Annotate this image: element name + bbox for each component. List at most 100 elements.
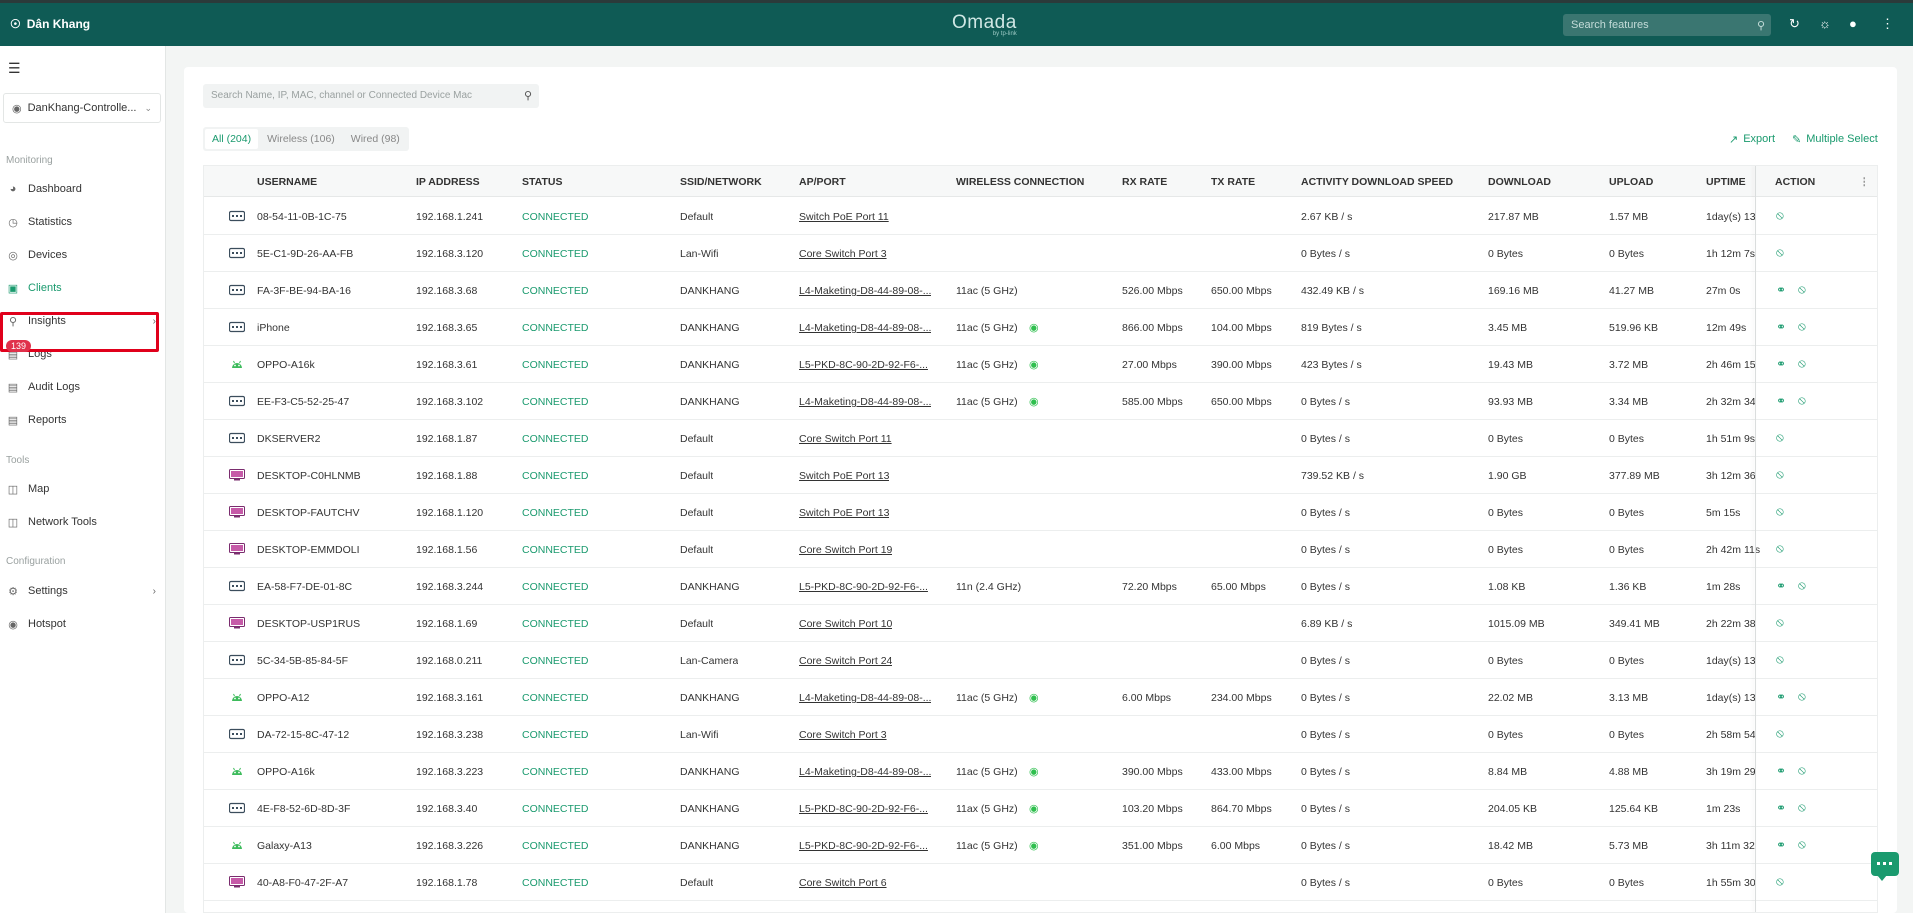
col-upload[interactable]: UPLOAD: [1609, 176, 1653, 188]
reconnect-link-icon[interactable]: ⚭: [1776, 394, 1786, 408]
site-switcher[interactable]: ☉ Dân Khang: [10, 17, 90, 31]
block-client-icon[interactable]: ⦸: [1798, 837, 1806, 852]
sidebar-item-network-tools[interactable]: ◫ Network Tools: [0, 507, 164, 537]
table-row[interactable]: DA-72-15-8C-47-12 192.168.3.238 CONNECTED L…: [204, 716, 1877, 753]
filter-all[interactable]: All (204): [205, 129, 259, 149]
sidebar-item-map[interactable]: ◫ Map: [0, 474, 164, 504]
block-client-icon[interactable]: ⦸: [1798, 282, 1806, 297]
sidebar-item-dashboard[interactable]: ◕ Dashboard: [0, 174, 164, 204]
block-client-icon[interactable]: ⦸: [1776, 615, 1784, 630]
more-vertical-icon[interactable]: ⋮: [1881, 17, 1894, 31]
block-client-icon[interactable]: ⦸: [1776, 874, 1784, 889]
filter-wireless[interactable]: Wireless (106): [260, 129, 342, 149]
table-row[interactable]: DKSERVER2 192.168.1.87 CONNECTED Default Cor…: [204, 420, 1877, 457]
cell-ap-port[interactable]: L5-PKD-8C-90-2D-92-F6-...: [799, 840, 928, 852]
cell-ap-port[interactable]: L4-Maketing-D8-44-89-08-...: [799, 322, 931, 334]
cell-ap-port[interactable]: L4-Maketing-D8-44-89-08-...: [799, 766, 931, 778]
table-row[interactable]: DESKTOP-EMMDOLI 192.168.1.56 CONNECTED Defa…: [204, 531, 1877, 568]
sidebar-item-clients[interactable]: ▣ Clients: [0, 273, 164, 303]
cell-ap-port[interactable]: Core Switch Port 10: [799, 618, 892, 630]
col-uptime[interactable]: UPTIME: [1706, 176, 1746, 188]
reconnect-link-icon[interactable]: ⚭: [1776, 838, 1786, 852]
avatar[interactable]: ●: [1849, 17, 1857, 31]
table-row[interactable]: DESKTOP-FAUTCHV 192.168.1.120 CONNECTED Def…: [204, 494, 1877, 531]
feature-search-input[interactable]: Search features ⚲: [1563, 14, 1771, 36]
sidebar-item-statistics[interactable]: ◷ Statistics: [0, 207, 164, 237]
cell-ap-port[interactable]: Core Switch Port 19: [799, 544, 892, 556]
sidebar-item-settings[interactable]: ⚙ Settings ›: [0, 576, 164, 606]
cell-ap-port[interactable]: Core Switch Port 6: [799, 877, 887, 889]
table-row[interactable]: iPhone 192.168.3.65 CONNECTED DANKHANG L4-Ma…: [204, 309, 1877, 346]
reconnect-link-icon[interactable]: ⚭: [1776, 579, 1786, 593]
table-row[interactable]: 5E-C1-9D-26-AA-FB 192.168.3.120 CONNECTED L…: [204, 235, 1877, 272]
block-client-icon[interactable]: ⦸: [1776, 208, 1784, 223]
cell-ap-port[interactable]: L4-Maketing-D8-44-89-08-...: [799, 396, 931, 408]
block-client-icon[interactable]: ⦸: [1798, 763, 1806, 778]
table-row[interactable]: OPPO-A12 192.168.3.161 CONNECTED DANKHANG L4…: [204, 679, 1877, 716]
block-client-icon[interactable]: ⦸: [1776, 467, 1784, 482]
col-username[interactable]: USERNAME: [257, 176, 317, 188]
table-row[interactable]: OPPO-A16k 192.168.3.61 CONNECTED DANKHANG L5…: [204, 346, 1877, 383]
cell-ap-port[interactable]: Core Switch Port 3: [799, 729, 887, 741]
cell-ap-port[interactable]: Switch PoE Port 13: [799, 470, 889, 482]
table-row[interactable]: DESKTOP-USP1RUS 192.168.1.69 CONNECTED Defa…: [204, 605, 1877, 642]
col-activity-download-speed[interactable]: ACTIVITY DOWNLOAD SPEED: [1301, 176, 1453, 188]
cell-ap-port[interactable]: L5-PKD-8C-90-2D-92-F6-...: [799, 359, 928, 371]
col-status[interactable]: STATUS: [522, 176, 562, 188]
filter-wired[interactable]: Wired (98): [344, 129, 407, 149]
col-tx-rate[interactable]: TX RATE: [1211, 176, 1255, 188]
cell-ap-port[interactable]: Core Switch Port 11: [799, 433, 892, 445]
table-row[interactable]: FA-3F-BE-94-BA-16 192.168.3.68 CONNECTED DA…: [204, 272, 1877, 309]
block-client-icon[interactable]: ⦸: [1776, 504, 1784, 519]
reconnect-link-icon[interactable]: ⚭: [1776, 801, 1786, 815]
sidebar-item-hotspot[interactable]: ◉ Hotspot: [0, 609, 164, 639]
table-row[interactable]: 4E-F8-52-6D-8D-3F 192.168.3.40 CONNECTED DA…: [204, 790, 1877, 827]
cell-ap-port[interactable]: Switch PoE Port 11: [799, 211, 889, 223]
reconnect-link-icon[interactable]: ⚭: [1776, 357, 1786, 371]
col-rx-rate[interactable]: RX RATE: [1122, 176, 1167, 188]
block-client-icon[interactable]: ⦸: [1776, 245, 1784, 260]
cell-ap-port[interactable]: Core Switch Port 24: [799, 655, 892, 667]
collapse-menu-icon[interactable]: ☰: [8, 60, 21, 77]
reconnect-link-icon[interactable]: ⚭: [1776, 320, 1786, 334]
table-row[interactable]: Galaxy-A13 192.168.3.226 CONNECTED DANKHANG…: [204, 827, 1877, 864]
block-client-icon[interactable]: ⦸: [1798, 356, 1806, 371]
cell-ap-port[interactable]: L5-PKD-8C-90-2D-92-F6-...: [799, 803, 928, 815]
block-client-icon[interactable]: ⦸: [1798, 393, 1806, 408]
block-client-icon[interactable]: ⦸: [1776, 726, 1784, 741]
table-row[interactable]: EE-F3-C5-52-25-47 192.168.3.102 CONNECTED D…: [204, 383, 1877, 420]
block-client-icon[interactable]: ⦸: [1798, 800, 1806, 815]
table-row[interactable]: OPPO-A16k 192.168.3.223 CONNECTED DANKHANG L…: [204, 753, 1877, 790]
block-client-icon[interactable]: ⦸: [1798, 319, 1806, 334]
cell-ap-port[interactable]: L4-Maketing-D8-44-89-08-...: [799, 285, 931, 297]
table-row[interactable]: 40-A8-F0-47-2F-A7 192.168.1.78 CONNECTED De…: [204, 864, 1877, 901]
col-ip-address[interactable]: IP ADDRESS: [416, 176, 480, 188]
block-client-icon[interactable]: ⦸: [1776, 652, 1784, 667]
client-search-input[interactable]: Search Name, IP, MAC, channel or Connect…: [203, 84, 539, 108]
col-ssid-network[interactable]: SSID/NETWORK: [680, 176, 762, 188]
block-client-icon[interactable]: ⦸: [1776, 430, 1784, 445]
reconnect-link-icon[interactable]: ⚭: [1776, 764, 1786, 778]
cell-ap-port[interactable]: Switch PoE Port 13: [799, 507, 889, 519]
multiple-select-button[interactable]: ✎ Multiple Select: [1792, 133, 1878, 146]
col-ap-port[interactable]: AP/PORT: [799, 176, 846, 188]
reconnect-link-icon[interactable]: ⚭: [1776, 283, 1786, 297]
col-download[interactable]: DOWNLOAD: [1488, 176, 1551, 188]
block-client-icon[interactable]: ⦸: [1776, 541, 1784, 556]
sidebar-item-devices[interactable]: ◎ Devices: [0, 240, 164, 270]
table-row[interactable]: DESKTOP-C0HLNMB 192.168.1.88 CONNECTED Defa…: [204, 457, 1877, 494]
sidebar-item-reports[interactable]: ▤ Reports: [0, 405, 164, 435]
col-wireless-connection[interactable]: WIRELESS CONNECTION: [956, 176, 1084, 188]
cell-ap-port[interactable]: L5-PKD-8C-90-2D-92-F6-...: [799, 581, 928, 593]
table-row[interactable]: EA-58-F7-DE-01-8C 192.168.3.244 CONNECTED D…: [204, 568, 1877, 605]
block-client-icon[interactable]: ⦸: [1798, 689, 1806, 704]
refresh-icon[interactable]: ↻: [1789, 17, 1800, 31]
chat-support-button[interactable]: [1871, 852, 1899, 881]
cell-ap-port[interactable]: L4-Maketing-D8-44-89-08-...: [799, 692, 931, 704]
reconnect-link-icon[interactable]: ⚭: [1776, 690, 1786, 704]
table-row[interactable]: 08-54-11-0B-1C-75 192.168.1.241 CONNECTED D…: [204, 198, 1877, 235]
export-button[interactable]: ↗ Export: [1729, 133, 1775, 146]
cell-ap-port[interactable]: Core Switch Port 3: [799, 248, 887, 260]
column-settings-icon[interactable]: ⋮: [1859, 176, 1870, 188]
theme-sun-icon[interactable]: ☼: [1819, 17, 1831, 31]
